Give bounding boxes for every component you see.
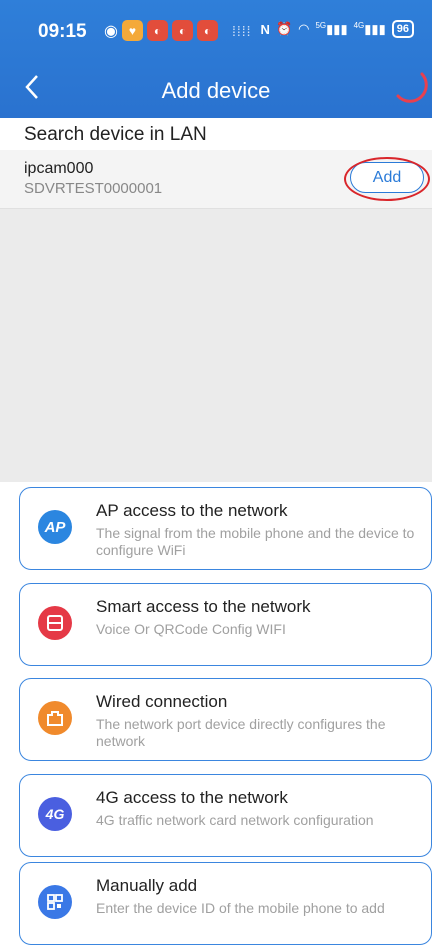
option-title: Wired connection [96, 692, 228, 711]
option-wired-connection[interactable]: Wired connection The network port device… [19, 678, 432, 761]
option-description: Voice Or QRCode Config WIFI [96, 621, 286, 637]
notification-icons: ◉ ♥ ◐ ◐ ◐ ⁞⁞⁞⁞ [104, 20, 252, 41]
weibo-icon-2: ◐ [171, 20, 193, 41]
nav-bar: Add device [0, 62, 432, 118]
option-description: The network port device directly configu… [96, 716, 386, 749]
device-row: ipcam000 SDVRTEST0000001 Add [0, 150, 432, 209]
status-bar: 09:15 ◉ ♥ ◐ ◐ ◐ ⁞⁞⁞⁞ N ⏰ ◠ 5G▮▮▮ 4G▮▮▮ 9… [0, 0, 432, 62]
option-description: Enter the device ID of the mobile phone … [96, 900, 385, 916]
option-description: The signal from the mobile phone and the… [96, 525, 415, 558]
loading-spinner-icon [396, 72, 428, 103]
alarm-icon: ⏰ [275, 21, 293, 36]
device-serial: SDVRTEST0000001 [24, 180, 163, 197]
app-header: 09:15 ◉ ♥ ◐ ◐ ◐ ⁞⁞⁞⁞ N ⏰ ◠ 5G▮▮▮ 4G▮▮▮ 9… [0, 0, 432, 118]
battery-icon: 96 [391, 20, 414, 38]
weibo-icon: ◐ [146, 20, 168, 41]
page-title: Add device [161, 78, 271, 103]
4g-icon: 4G [38, 797, 72, 831]
option-description: 4G traffic network card network configur… [96, 812, 374, 828]
option-4g-access[interactable]: 4G 4G access to the network 4G traffic n… [19, 774, 432, 857]
wifi-icon: ◠ [298, 21, 310, 36]
system-icons: N ⏰ ◠ 5G▮▮▮ 4G▮▮▮ 96 [261, 20, 414, 38]
smart-config-icon [38, 606, 72, 640]
ap-icon: AP [38, 510, 72, 544]
device-name: ipcam000 [24, 160, 94, 177]
qrcode-icon [38, 885, 72, 919]
signal-4g-label: 4G [353, 20, 365, 30]
option-title: Smart access to the network [96, 597, 311, 616]
nfc-icon: N [260, 21, 270, 37]
eye-icon: ◉ [104, 22, 118, 40]
option-ap-access[interactable]: AP AP access to the network The signal f… [19, 487, 432, 570]
signal-5g-label: 5G [315, 20, 327, 30]
app-notification-icon: ♥ [121, 20, 143, 41]
signal-5g-icon: 5G▮▮▮ [315, 20, 348, 37]
more-dots-icon: ⁞⁞⁞⁞ [231, 22, 252, 39]
option-manually-add[interactable]: Manually add Enter the device ID of the … [19, 862, 432, 945]
weibo-icon-3: ◐ [196, 20, 218, 41]
add-device-button[interactable]: Add [350, 162, 424, 193]
option-smart-access[interactable]: Smart access to the network Voice Or QRC… [19, 583, 432, 666]
battery-level: 96 [396, 23, 409, 35]
signal-4g-icon: 4G▮▮▮ [353, 20, 386, 37]
option-title: AP access to the network [96, 501, 288, 520]
ethernet-icon [38, 701, 72, 735]
option-title: Manually add [96, 876, 198, 895]
section-title: Search device in LAN [24, 124, 207, 145]
device-list: ipcam000 SDVRTEST0000001 Add [0, 150, 432, 482]
option-title: 4G access to the network [96, 788, 288, 807]
status-time: 09:15 [38, 21, 87, 42]
